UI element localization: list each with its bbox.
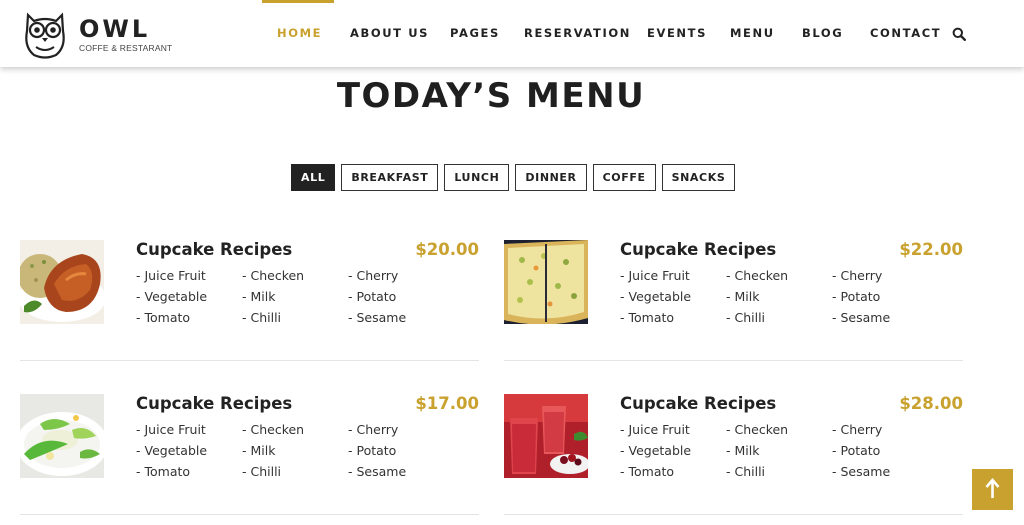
nav-item-home[interactable]: HOME xyxy=(277,0,322,67)
menu-item-price: $17.00 xyxy=(415,394,479,413)
ingredient: - Sesame xyxy=(832,464,891,479)
ingredient: - Cherry xyxy=(832,268,883,283)
filter-lunch[interactable]: LUNCH xyxy=(444,164,510,191)
menu-item-price: $20.00 xyxy=(415,240,479,259)
ingredient: - Chilli xyxy=(242,310,282,325)
ingredient: - Checken xyxy=(242,422,305,437)
ingredient: - Tomato xyxy=(620,310,675,325)
logo-name: OWL xyxy=(79,14,151,43)
filter-breakfast[interactable]: BREAKFAST xyxy=(341,164,439,191)
nav-item-contact[interactable]: CONTACT xyxy=(870,0,941,67)
ingredient: - Juice Fruit xyxy=(620,268,690,283)
menu-item-price: $22.00 xyxy=(899,240,963,259)
menu-item: Cupcake Recipes $20.00 - Juice Fruit - C… xyxy=(20,240,480,340)
ingredient: - Sesame xyxy=(348,310,407,325)
menu-item-name: Cupcake Recipes xyxy=(620,240,777,259)
menu-item-image[interactable] xyxy=(504,394,588,478)
nav-item-reservation[interactable]: RESERVATION xyxy=(524,0,631,67)
ingredient: - Milk xyxy=(726,443,760,458)
arrow-up-icon xyxy=(985,478,1000,498)
owl-logo-icon xyxy=(25,12,65,59)
ingredient: - Milk xyxy=(242,443,276,458)
menu-filter-tabs: ALL BREAKFAST LUNCH DINNER COFFE SNACKS xyxy=(291,164,741,191)
nav-item-events[interactable]: EVENTS xyxy=(647,0,707,67)
ingredient: - Tomato xyxy=(136,310,191,325)
vegetable-rolls-image xyxy=(20,394,104,478)
ingredient: - Sesame xyxy=(348,464,407,479)
ingredient: - Vegetable xyxy=(136,289,208,304)
ingredient: - Checken xyxy=(726,422,789,437)
ingredient: - Tomato xyxy=(620,464,675,479)
ingredient: - Cherry xyxy=(348,422,399,437)
ingredient: - Cherry xyxy=(832,422,883,437)
ingredient: - Milk xyxy=(242,289,276,304)
menu-item-image[interactable] xyxy=(20,240,104,324)
search-icon[interactable] xyxy=(952,27,966,41)
filter-snacks[interactable]: SNACKS xyxy=(661,164,736,191)
ingredient: - Potato xyxy=(348,443,397,458)
divider xyxy=(504,514,963,515)
menu-item-name: Cupcake Recipes xyxy=(136,394,293,413)
roast-chicken-image xyxy=(20,240,104,324)
ingredient: - Sesame xyxy=(832,310,891,325)
ingredient: - Checken xyxy=(242,268,305,283)
ingredient: - Potato xyxy=(832,289,881,304)
ingredient: - Chilli xyxy=(726,464,766,479)
ingredient: - Milk xyxy=(726,289,760,304)
nav-item-blog[interactable]: BLOG xyxy=(802,0,843,67)
divider xyxy=(504,360,963,361)
site-header: OWL COFFE & RESTARANT HOME ABOUT US PAGE… xyxy=(0,0,1024,67)
menu-item: Cupcake Recipes $17.00 - Juice Fruit - C… xyxy=(20,394,480,494)
ingredient: - Chilli xyxy=(726,310,766,325)
berry-juice-image xyxy=(504,394,588,478)
ingredient: - Cherry xyxy=(348,268,399,283)
nav-item-pages[interactable]: PAGES xyxy=(450,0,500,67)
ingredient: - Tomato xyxy=(136,464,191,479)
ingredient: - Vegetable xyxy=(136,443,208,458)
ingredient: - Potato xyxy=(348,289,397,304)
ingredient: - Chilli xyxy=(242,464,282,479)
pizza-image xyxy=(504,240,588,324)
ingredient: - Juice Fruit xyxy=(620,422,690,437)
menu-item: Cupcake Recipes $28.00 - Juice Fruit - C… xyxy=(504,394,964,494)
menu-item-name: Cupcake Recipes xyxy=(620,394,777,413)
nav-item-about-us[interactable]: ABOUT US xyxy=(350,0,429,67)
divider xyxy=(20,360,479,361)
filter-all[interactable]: ALL xyxy=(291,164,336,191)
ingredient: - Juice Fruit xyxy=(136,422,206,437)
menu-item-name: Cupcake Recipes xyxy=(136,240,293,259)
filter-coffe[interactable]: COFFE xyxy=(592,164,656,191)
ingredient: - Juice Fruit xyxy=(136,268,206,283)
logo-tagline: COFFE & RESTARANT xyxy=(79,42,173,53)
ingredient: - Vegetable xyxy=(620,443,692,458)
logo[interactable]: OWL COFFE & RESTARANT xyxy=(20,9,172,59)
divider xyxy=(20,514,479,515)
ingredient: - Checken xyxy=(726,268,789,283)
nav-item-menu[interactable]: MENU xyxy=(730,0,775,67)
menu-item-image[interactable] xyxy=(20,394,104,478)
menu-item-image[interactable] xyxy=(504,240,588,324)
ingredient: - Potato xyxy=(832,443,881,458)
ingredient: - Vegetable xyxy=(620,289,692,304)
menu-item-price: $28.00 xyxy=(899,394,963,413)
menu-item: Cupcake Recipes $22.00 - Juice Fruit - C… xyxy=(504,240,964,340)
page-title: TODAY’S MENU xyxy=(336,76,646,116)
filter-dinner[interactable]: DINNER xyxy=(515,164,587,191)
back-to-top-button[interactable] xyxy=(972,469,1013,510)
